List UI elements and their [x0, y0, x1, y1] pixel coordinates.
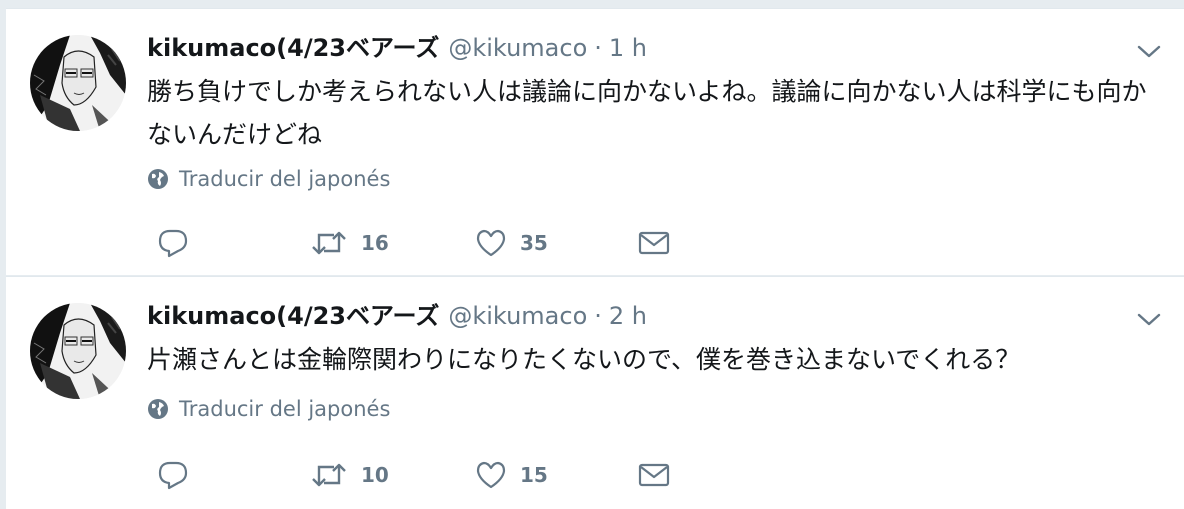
heart-icon: [476, 461, 506, 489]
retweet-count: 10: [361, 463, 389, 487]
translate-label: Traducir del japonés: [179, 167, 391, 191]
retweet-count: 16: [361, 231, 389, 255]
like-count: 15: [520, 463, 548, 487]
translate-label: Traducir del japonés: [179, 397, 391, 421]
reply-button[interactable]: [157, 225, 189, 261]
retweet-button[interactable]: 16: [310, 225, 389, 261]
tweet-text: 勝ち負けでしか考えられない人は議論に向かないよね。議論に向かない人は科学にも向か…: [147, 77, 1147, 149]
user-handle[interactable]: @kikumaco: [448, 31, 587, 65]
envelope-icon: [638, 231, 670, 255]
reply-icon: [158, 229, 188, 258]
heart-icon: [476, 229, 506, 257]
tweet-header: kikumaco(4/23ベアーズ @kikumaco · 2 h: [147, 299, 647, 333]
avatar[interactable]: [30, 35, 126, 131]
globe-icon: [148, 399, 168, 419]
translate-link[interactable]: Traducir del japonés: [147, 165, 390, 193]
like-button[interactable]: 15: [475, 457, 548, 493]
reply-button[interactable]: [157, 457, 189, 493]
tweet-header: kikumaco(4/23ベアーズ @kikumaco · 1 h: [147, 31, 647, 65]
chevron-down-icon[interactable]: [1136, 311, 1162, 329]
avatar[interactable]: [30, 303, 126, 399]
direct-message-button[interactable]: [638, 457, 670, 493]
tweet[interactable]: kikumaco(4/23ベアーズ @kikumaco · 1 h 勝ち負けでし…: [6, 8, 1184, 275]
like-count: 35: [520, 231, 548, 255]
retweet-icon: [312, 463, 346, 487]
retweet-button[interactable]: 10: [310, 457, 389, 493]
tweet-text: 片瀬さんとは金輪際関わりになりたくないので、僕を巻き込まないでくれる？: [147, 345, 1021, 374]
separator-dot: ·: [594, 302, 602, 330]
like-button[interactable]: 35: [475, 225, 548, 261]
chevron-down-icon[interactable]: [1136, 43, 1162, 61]
translate-link[interactable]: Traducir del japonés: [147, 395, 390, 423]
tweet-actions: 16 35: [147, 225, 687, 261]
separator-dot: ·: [594, 34, 602, 62]
retweet-icon: [312, 231, 346, 255]
avatar-image: [30, 303, 126, 399]
display-name[interactable]: kikumaco(4/23ベアーズ: [147, 299, 439, 333]
reply-icon: [158, 461, 188, 490]
timeline: kikumaco(4/23ベアーズ @kikumaco · 1 h 勝ち負けでし…: [0, 0, 1184, 509]
tweet[interactable]: kikumaco(4/23ベアーズ @kikumaco · 2 h 片瀬さんとは…: [6, 276, 1184, 509]
timestamp[interactable]: 2 h: [609, 299, 647, 333]
globe-icon: [148, 169, 168, 189]
direct-message-button[interactable]: [638, 225, 670, 261]
avatar-image: [30, 35, 126, 131]
timestamp[interactable]: 1 h: [609, 31, 647, 65]
tweet-actions: 10 15: [147, 457, 687, 493]
display-name[interactable]: kikumaco(4/23ベアーズ: [147, 31, 439, 65]
envelope-icon: [638, 463, 670, 487]
user-handle[interactable]: @kikumaco: [448, 299, 587, 333]
